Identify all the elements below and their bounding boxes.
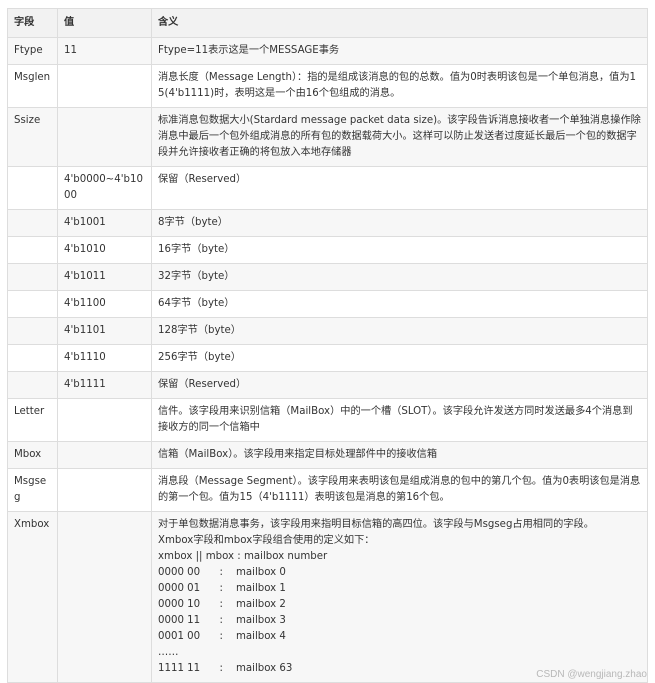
table-row: 4'b0000~4'b1000 保留（Reserved）: [7, 166, 648, 210]
table-row: Ftype 11 Ftype=11表示这是一个MESSAGE事务: [7, 37, 648, 65]
value-cell: 4'b0000~4'b1000: [57, 166, 152, 210]
meaning-cell: 8字节（byte）: [151, 209, 648, 237]
field-cell: Ftype: [7, 37, 58, 65]
meaning-cell: 64字节（byte）: [151, 290, 648, 318]
table-row: Xmbox 对于单包数据消息事务，该字段用来指明目标信箱的高四位。该字段与Msg…: [7, 511, 648, 683]
table-row: 4'b1101 128字节（byte）: [7, 317, 648, 345]
meaning-cell: 128字节（byte）: [151, 317, 648, 345]
meaning-cell: 对于单包数据消息事务，该字段用来指明目标信箱的高四位。该字段与Msgseg占用相…: [151, 511, 648, 683]
table-row: 4'b1011 32字节（byte）: [7, 263, 648, 291]
meaning-line: 对于单包数据消息事务，该字段用来指明目标信箱的高四位。该字段与Msgseg占用相…: [158, 519, 594, 530]
table-row: 4'b1010 16字节（byte）: [7, 236, 648, 264]
header-meaning: 含义: [151, 8, 648, 38]
table-row: Mbox 信箱（MailBox）。该字段用来指定目标处理部件中的接收信箱: [7, 441, 648, 469]
meaning-cell: 消息段（Message Segment）。该字段用来表明该包是组成消息的包中的第…: [151, 468, 648, 512]
table-row: Letter 信件。该字段用来识别信箱（MailBox）中的一个槽（SLOT）。…: [7, 398, 648, 442]
value-cell: 4'b1010: [57, 236, 152, 264]
value-cell: 11: [57, 37, 152, 65]
field-cell: [7, 236, 58, 264]
table-row: Ssize 标准消息包数据大小(Stardard message packet …: [7, 107, 648, 167]
field-cell: [7, 344, 58, 372]
field-cell: [7, 371, 58, 399]
meaning-line: 0000 11 : mailbox 3: [158, 615, 286, 626]
meaning-line: 0000 01 : mailbox 1: [158, 583, 286, 594]
value-cell: 4'b1001: [57, 209, 152, 237]
field-cell: Ssize: [7, 107, 58, 167]
table-row: 4'b1001 8字节（byte）: [7, 209, 648, 237]
meaning-cell: 保留（Reserved）: [151, 166, 648, 210]
table-row: 4'b1111 保留（Reserved）: [7, 371, 648, 399]
value-cell: 4'b1011: [57, 263, 152, 291]
table-row: 4'b1110 256字节（byte）: [7, 344, 648, 372]
value-cell: 4'b1100: [57, 290, 152, 318]
field-cell: [7, 166, 58, 210]
meaning-cell: 消息长度（Message Length）：指的是组成该消息的包的总数。值为0时表…: [151, 64, 648, 108]
field-definition-table: 字段 值 含义 Ftype 11 Ftype=11表示这是一个MESSAGE事务…: [7, 8, 648, 683]
meaning-line: 0001 00 : mailbox 4: [158, 631, 286, 642]
csdn-watermark: CSDN @wengjiang.zhao: [536, 669, 647, 680]
meaning-cell: 32字节（byte）: [151, 263, 648, 291]
value-cell: [57, 107, 152, 167]
meaning-cell: 标准消息包数据大小(Stardard message packet data s…: [151, 107, 648, 167]
field-cell: [7, 209, 58, 237]
table-row: Msgseg 消息段（Message Segment）。该字段用来表明该包是组成…: [7, 468, 648, 512]
header-value: 值: [57, 8, 152, 38]
field-cell: Msglen: [7, 64, 58, 108]
field-cell: [7, 317, 58, 345]
field-cell: [7, 263, 58, 291]
value-cell: [57, 64, 152, 108]
field-cell: Letter: [7, 398, 58, 442]
meaning-cell: Ftype=11表示这是一个MESSAGE事务: [151, 37, 648, 65]
meaning-line: xmbox || mbox : mailbox number: [158, 551, 328, 562]
meaning-line: Xmbox字段和mbox字段组合使用的定义如下：: [158, 535, 375, 546]
field-cell: Xmbox: [7, 511, 58, 683]
meaning-cell: 保留（Reserved）: [151, 371, 648, 399]
meaning-cell: 信箱（MailBox）。该字段用来指定目标处理部件中的接收信箱: [151, 441, 648, 469]
value-cell: [57, 511, 152, 683]
table-row: 4'b1100 64字节（byte）: [7, 290, 648, 318]
meaning-line: 0000 10 : mailbox 2: [158, 599, 286, 610]
header-field: 字段: [7, 8, 58, 38]
value-cell: 4'b1111: [57, 371, 152, 399]
meaning-cell: 16字节（byte）: [151, 236, 648, 264]
meaning-cell: 256字节（byte）: [151, 344, 648, 372]
meaning-line: ……: [158, 647, 179, 658]
meaning-line: 0000 00 : mailbox 0: [158, 567, 286, 578]
value-cell: [57, 441, 152, 469]
field-cell: Msgseg: [7, 468, 58, 512]
value-cell: 4'b1110: [57, 344, 152, 372]
value-cell: 4'b1101: [57, 317, 152, 345]
field-cell: [7, 290, 58, 318]
value-cell: [57, 468, 152, 512]
meaning-cell: 信件。该字段用来识别信箱（MailBox）中的一个槽（SLOT）。该字段允许发送…: [151, 398, 648, 442]
table-row: Msglen 消息长度（Message Length）：指的是组成该消息的包的总…: [7, 64, 648, 108]
value-cell: [57, 398, 152, 442]
field-cell: Mbox: [7, 441, 58, 469]
